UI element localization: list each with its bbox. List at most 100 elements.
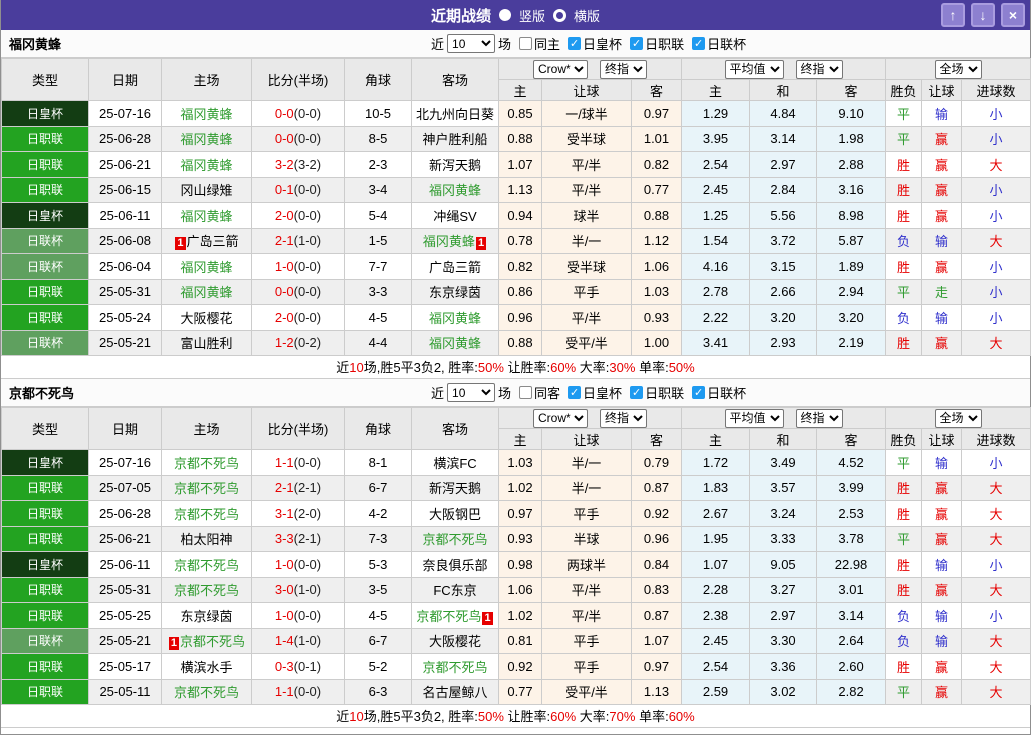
same-venue-checkbox[interactable] (519, 386, 533, 399)
team-name: 京都不死鸟 (9, 386, 75, 401)
j-league-checkbox[interactable]: ✓ (630, 386, 644, 399)
away-team-link[interactable]: 福冈黄蜂 (411, 329, 499, 356)
move-down-button[interactable]: ↓ (971, 3, 995, 27)
team-header-row: 京都不死鸟 近 10 场 同客 ✓ 日皇杯 ✓ 日职联 ✓ 日联杯 (1, 379, 1030, 407)
j-league-checkbox[interactable]: ✓ (630, 37, 644, 50)
away-team-link[interactable]: 神户胜利船 (411, 125, 499, 152)
result-mark: 平 (885, 678, 923, 705)
away-team-link[interactable]: 福冈黄蜂 (411, 176, 499, 203)
goals-result-mark: 小 (961, 304, 1031, 331)
home-team-link[interactable]: 柏太阳神 (161, 525, 252, 552)
scope-select[interactable]: 全场 (934, 408, 982, 428)
away-odds: 1.03 (630, 278, 683, 305)
away-team-link[interactable]: 奈良俱乐部 (411, 551, 499, 578)
away-team-link[interactable]: 大阪樱花 (411, 627, 499, 654)
average-source-select[interactable]: 平均值 (724, 59, 784, 79)
home-team-link[interactable]: 福冈黄蜂 (161, 125, 252, 152)
home-team-link[interactable]: 东京绿茵 (161, 602, 252, 629)
home-team-link[interactable]: 福冈黄蜂 (161, 253, 252, 280)
match-date: 25-05-31 (88, 576, 162, 603)
away-team-link[interactable]: 新泻天鹅 (411, 474, 499, 501)
home-team-link[interactable]: 京都不死鸟 (161, 500, 252, 527)
competition-badge: 日职联 (1, 500, 89, 527)
result-mark: 胜 (885, 576, 923, 603)
average-source-select[interactable]: 平均值 (724, 408, 784, 428)
handicap-result-mark: 赢 (921, 653, 963, 680)
odds-time-select[interactable]: 终指 (600, 59, 647, 79)
home-team-link[interactable]: 京都不死鸟 (161, 678, 252, 705)
goals-result-mark: 大 (961, 500, 1031, 527)
away-team-link[interactable]: 京都不死鸟 (411, 525, 499, 552)
score-cell: 1-4(1-0) (251, 627, 345, 654)
emperor-cup-checkbox[interactable]: ✓ (568, 386, 582, 399)
away-team-link[interactable]: 京都不死鸟 (411, 653, 499, 680)
avg-away-odds: 3.14 (816, 602, 887, 629)
away-team-link[interactable]: FC东京 (411, 576, 499, 603)
score-cell: 3-0(1-0) (251, 576, 345, 603)
avg-draw-odds: 2.84 (749, 176, 818, 203)
home-team-link[interactable]: 福冈黄蜂 (161, 151, 252, 178)
odds-time-select[interactable]: 终指 (600, 408, 647, 428)
handicap-line: 受半球 (541, 125, 632, 152)
avg-draw-odds: 3.30 (749, 627, 818, 654)
away-team-link[interactable]: 福冈黄蜂 1 (411, 227, 499, 254)
home-team-link[interactable]: 1 京都不死鸟 (161, 627, 252, 654)
average-time-select[interactable]: 终指 (795, 408, 843, 428)
home-team-link[interactable]: 福冈黄蜂 (161, 278, 252, 305)
odds-source-select[interactable]: Crow* (533, 59, 588, 79)
home-team-link[interactable]: 福冈黄蜂 (161, 100, 252, 127)
summary-segment: 场,胜5平3负2, 胜率: (363, 360, 478, 375)
home-team-link[interactable]: 京都不死鸟 (161, 474, 252, 501)
away-team-link[interactable]: 名古屋鲸八 (411, 678, 499, 705)
move-up-button[interactable]: ↑ (941, 3, 965, 27)
away-team-link[interactable]: 新泻天鹅 (411, 151, 499, 178)
home-team-link[interactable]: 富山胜利 (161, 329, 252, 356)
away-team-link[interactable]: 广岛三箭 (411, 253, 499, 280)
emperor-cup-checkbox[interactable]: ✓ (568, 37, 582, 50)
home-team-link[interactable]: 大阪樱花 (161, 304, 252, 331)
match-date: 25-05-31 (88, 278, 162, 305)
summary-segment: 让胜率: (503, 709, 551, 724)
home-team-link[interactable]: 京都不死鸟 (161, 449, 252, 476)
result-mark: 胜 (885, 653, 923, 680)
home-team-link[interactable]: 1 广岛三箭 (161, 227, 252, 254)
home-team-link[interactable]: 京都不死鸟 (161, 576, 252, 603)
league-cup-checkbox[interactable]: ✓ (692, 37, 706, 50)
match-date: 25-05-21 (88, 627, 162, 654)
summary-segment: 60% (550, 709, 577, 724)
away-team-link[interactable]: 大阪钢巴 (411, 500, 499, 527)
scope-select[interactable]: 全场 (934, 59, 982, 79)
home-odds: 1.07 (498, 151, 542, 178)
home-team-link[interactable]: 冈山绿雉 (161, 176, 252, 203)
away-team-link[interactable]: 东京绿茵 (411, 278, 499, 305)
result-mark: 胜 (885, 474, 923, 501)
away-team-link[interactable]: 北九州向日葵 (411, 100, 499, 127)
away-team-link[interactable]: 冲绳SV (411, 202, 499, 229)
home-team-link[interactable]: 横滨水手 (161, 653, 252, 680)
near-label: 近 (431, 386, 445, 401)
away-odds: 0.87 (630, 602, 683, 629)
league-cup-checkbox[interactable]: ✓ (692, 386, 706, 399)
home-team-link[interactable]: 京都不死鸟 (161, 551, 252, 578)
average-time-select[interactable]: 终指 (795, 59, 843, 79)
match-date: 25-06-08 (88, 227, 162, 254)
avg-draw-odds: 9.05 (749, 551, 818, 578)
avg-home-odds: 1.25 (681, 202, 751, 229)
horizontal-layout-radio[interactable] (553, 8, 566, 22)
home-team-link[interactable]: 福冈黄蜂 (161, 202, 252, 229)
col-home-odds: 主 (498, 428, 542, 450)
result-mark: 负 (885, 227, 923, 254)
away-team-link[interactable]: 横滨FC (411, 449, 499, 476)
score-cell: 3-3(2-1) (251, 525, 345, 552)
avg-away-odds: 2.60 (816, 653, 887, 680)
odds-group-header: Crow* 终指 (497, 58, 683, 80)
away-team-link[interactable]: 福冈黄蜂 (411, 304, 499, 331)
odds-source-select[interactable]: Crow* (533, 408, 588, 428)
same-venue-checkbox[interactable] (519, 37, 533, 50)
corner-cell: 4-5 (344, 602, 412, 629)
recent-count-select[interactable]: 10 (447, 34, 496, 53)
recent-count-select[interactable]: 10 (447, 383, 496, 402)
close-button[interactable]: × (1001, 3, 1025, 27)
away-team-link[interactable]: 京都不死鸟 1 (411, 602, 499, 629)
vertical-layout-radio[interactable] (498, 9, 511, 21)
